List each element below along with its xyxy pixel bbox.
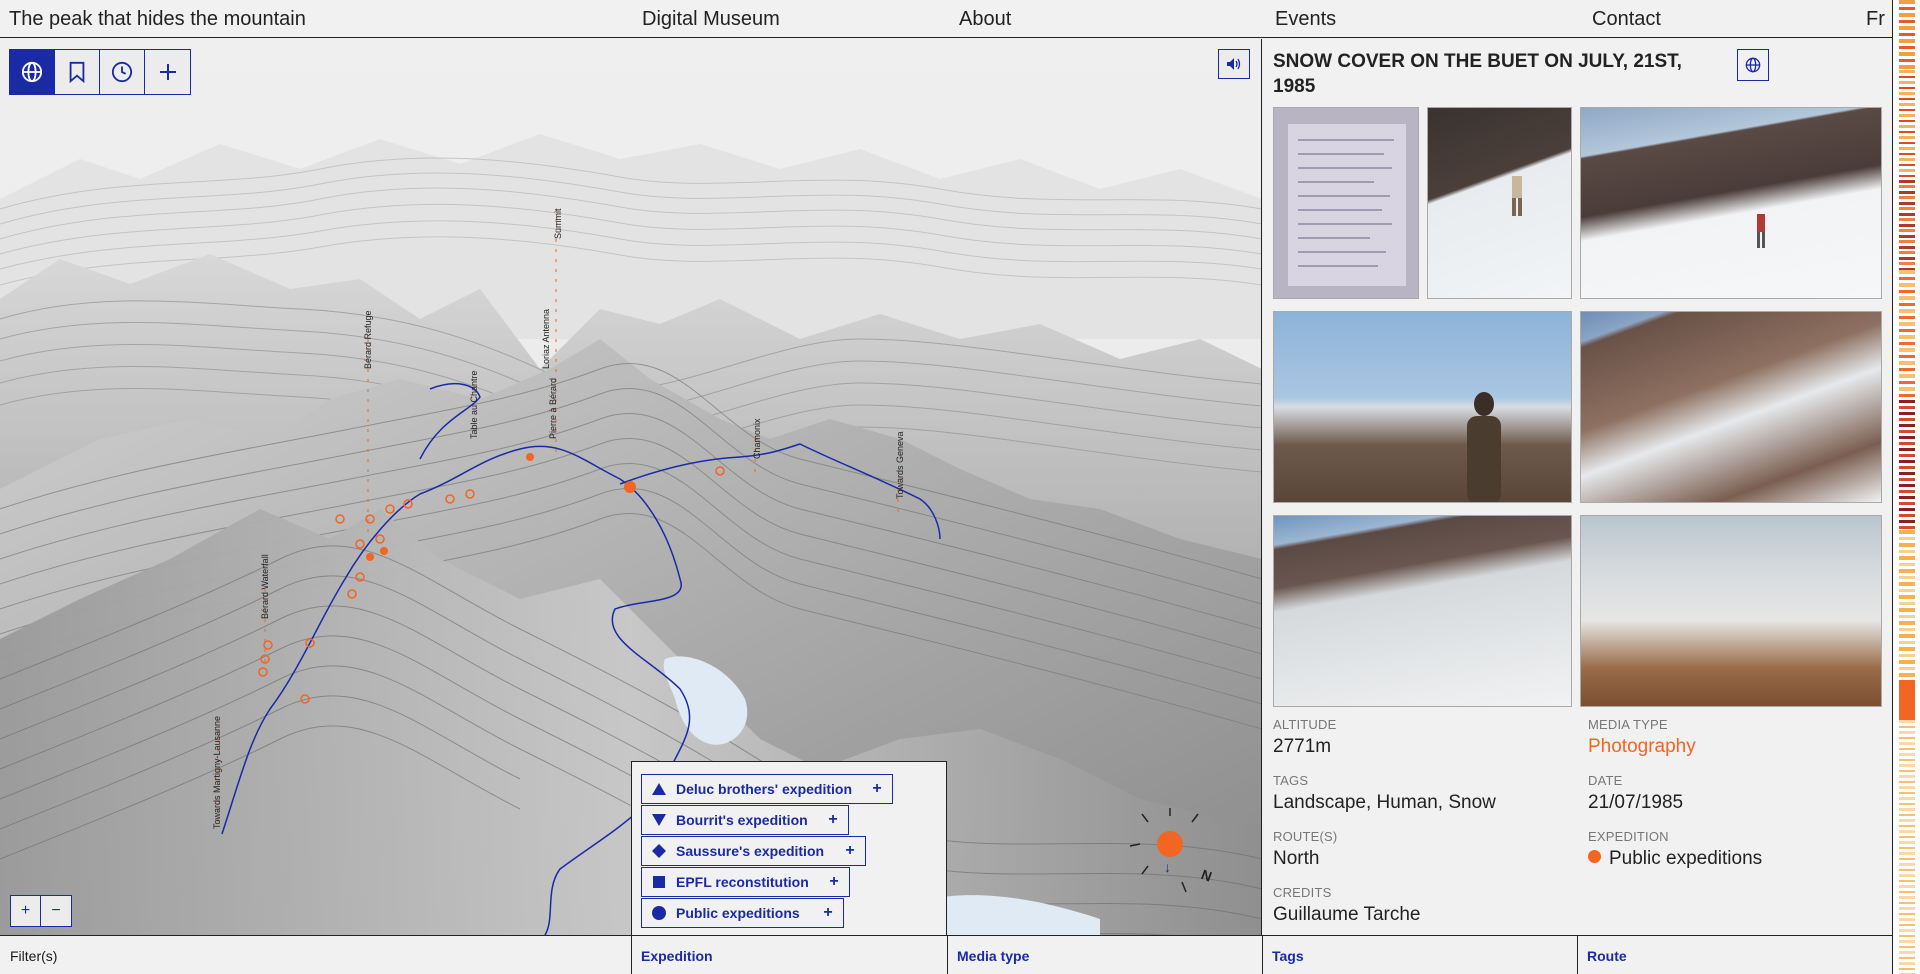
photo-thumbnail[interactable] xyxy=(1580,515,1882,707)
routes-value: North xyxy=(1273,848,1320,869)
date-value: 21/07/1985 xyxy=(1588,792,1684,813)
map-toolbar xyxy=(9,49,191,95)
expedition-dot-icon xyxy=(1588,850,1601,864)
photo-thumbnail[interactable] xyxy=(1273,107,1419,299)
filter-media-type[interactable]: Media type xyxy=(947,936,1029,974)
meta-altitude: ALTITUDE 2771m xyxy=(1273,717,1337,757)
nav-events[interactable]: Events xyxy=(1275,8,1336,31)
triangle-down-icon xyxy=(642,814,676,826)
media-type-value[interactable]: Photography xyxy=(1588,736,1696,758)
label-pierre-a-berard: Pierre à Bérard xyxy=(548,378,558,439)
meta-credits: CREDITS Guillaume Tarche xyxy=(1273,885,1421,925)
plus-icon xyxy=(159,64,176,80)
meta-media-type: MEDIA TYPE Photography xyxy=(1588,717,1696,758)
credits-value: Guillaume Tarche xyxy=(1273,904,1421,925)
nav-about[interactable]: About xyxy=(959,8,1011,31)
legend-item-epfl[interactable]: EPFL reconstitution + xyxy=(641,867,850,897)
globe-icon xyxy=(21,61,43,83)
bookmark-button[interactable] xyxy=(55,50,100,94)
top-nav: The peak that hides the mountain Digital… xyxy=(0,0,1892,38)
zoom-in-button[interactable]: + xyxy=(11,896,41,926)
legend-item-deluc[interactable]: Deluc brothers' expedition + xyxy=(641,774,893,804)
history-button[interactable] xyxy=(100,50,145,94)
expedition-value: Public expeditions xyxy=(1588,848,1762,870)
timeline-scrollbar[interactable] xyxy=(1892,0,1920,974)
site-title[interactable]: The peak that hides the mountain xyxy=(9,8,306,31)
add-filter-icon[interactable]: + xyxy=(835,842,865,860)
bookmark-icon xyxy=(69,61,85,83)
sound-button[interactable] xyxy=(1218,49,1250,79)
filter-expedition[interactable]: Expedition xyxy=(631,936,713,974)
media-title: SNOW COVER ON THE BUET ON JULY, 21ST, 19… xyxy=(1273,51,1682,97)
photo-thumbnail[interactable] xyxy=(1427,107,1572,299)
altitude-value: 2771m xyxy=(1273,736,1332,757)
locate-on-map-button[interactable] xyxy=(1737,49,1769,81)
zoom-controls: + − xyxy=(10,895,72,927)
globe-icon xyxy=(1745,57,1761,73)
legend-item-public[interactable]: Public expeditions + xyxy=(641,898,844,928)
photo-thumbnail[interactable] xyxy=(1273,515,1572,707)
legend-item-saussure[interactable]: Saussure's expedition + xyxy=(641,836,866,866)
photo-thumbnail[interactable] xyxy=(1273,311,1572,503)
tags-value: Landscape, Human, Snow xyxy=(1273,792,1496,813)
filter-bar: Filter(s) Expedition Media type Tags Rou… xyxy=(0,935,1892,974)
filter-tags[interactable]: Tags xyxy=(1262,936,1304,974)
label-summit: Summit xyxy=(553,208,563,239)
meta-tags: TAGS Landscape, Human, Snow xyxy=(1273,773,1496,813)
diamond-icon xyxy=(642,844,676,858)
photo-thumbnail[interactable] xyxy=(1580,107,1882,299)
svg-text:↓: ↓ xyxy=(1164,859,1171,875)
triangle-up-icon xyxy=(642,783,676,795)
photo-thumbnail[interactable] xyxy=(1580,311,1882,503)
label-towards-geneva: Towards Geneva xyxy=(895,431,905,499)
add-filter-icon[interactable]: + xyxy=(819,873,849,891)
meta-routes: ROUTE(S) North xyxy=(1273,829,1338,869)
language-toggle[interactable]: Fr xyxy=(1866,8,1885,31)
label-loriaz-antenna: Loriaz Antenna xyxy=(541,309,551,369)
circle-icon xyxy=(642,906,676,920)
clock-icon xyxy=(111,61,133,83)
add-filter-icon[interactable]: + xyxy=(862,780,892,798)
label-towards-martigny: Towards Martigny-Lausanne xyxy=(212,716,222,829)
media-detail-panel: SNOW COVER ON THE BUET ON JULY, 21ST, 19… xyxy=(1263,39,1892,935)
zoom-out-button[interactable]: − xyxy=(41,896,71,926)
meta-expedition: EXPEDITION Public expeditions xyxy=(1588,829,1763,870)
add-button[interactable] xyxy=(145,50,190,94)
label-berard-refuge: Bérard Refuge xyxy=(363,310,373,369)
square-icon xyxy=(642,876,676,888)
nav-contact[interactable]: Contact xyxy=(1592,8,1661,31)
globe-view-button[interactable] xyxy=(10,50,55,94)
meta-date: DATE 21/07/1985 xyxy=(1588,773,1684,813)
legend-item-bourrit[interactable]: Bourrit's expedition + xyxy=(641,805,849,835)
filter-route[interactable]: Route xyxy=(1577,936,1627,974)
label-table-au-chantre: Table au Chantre xyxy=(469,370,479,439)
add-filter-icon[interactable]: + xyxy=(813,904,843,922)
nav-digital-museum[interactable]: Digital Museum xyxy=(642,8,780,31)
add-filter-icon[interactable]: + xyxy=(818,811,848,829)
label-berard-waterfall: Bérard Waterfall xyxy=(260,554,270,619)
filters-label: Filter(s) xyxy=(10,948,58,964)
label-chamonix: Chamonix xyxy=(752,418,762,459)
speaker-icon xyxy=(1227,58,1241,70)
